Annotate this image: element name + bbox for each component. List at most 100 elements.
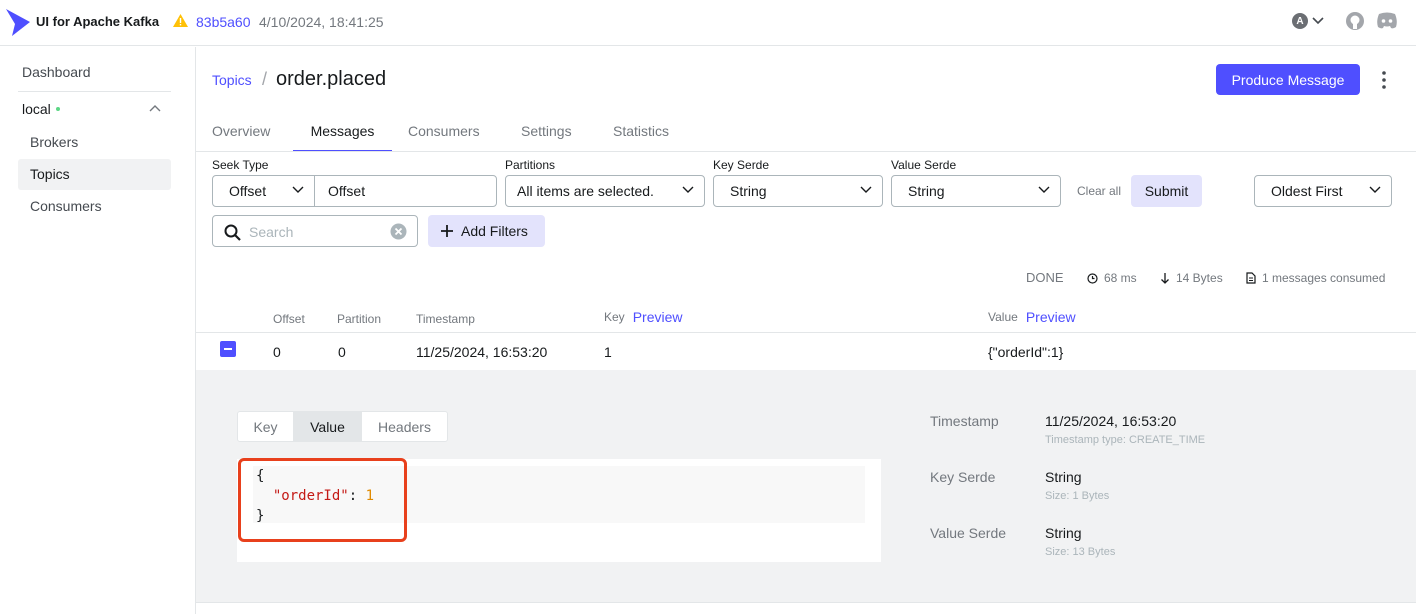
- tab-overview[interactable]: Overview: [212, 112, 270, 151]
- clear-search-icon[interactable]: [390, 223, 407, 240]
- key-preview-link[interactable]: Preview: [633, 309, 683, 325]
- row-timestamp: 11/25/2024, 16:53:20: [416, 344, 548, 360]
- row-key: 1: [604, 344, 612, 360]
- stat-consumed: 1 messages consumed: [1246, 271, 1385, 285]
- chevron-down-icon: [1038, 186, 1050, 193]
- divider: [18, 91, 171, 92]
- meta-key-serde-value: String: [1045, 469, 1082, 485]
- chevron-down-icon: [860, 186, 872, 193]
- time-value: 68 ms: [1104, 271, 1137, 285]
- detail-tab-group: Key Value Headers: [237, 411, 448, 442]
- tab-consumers[interactable]: Consumers: [408, 112, 480, 151]
- meta-timestamp-type: Timestamp type: CREATE_TIME: [1045, 434, 1206, 446]
- column-header-offset: Offset: [273, 312, 305, 326]
- app-title[interactable]: UI for Apache Kafka: [36, 14, 159, 29]
- annotation-highlight-box: [238, 458, 407, 542]
- column-header-partition: Partition: [337, 312, 382, 326]
- value-header-label: Value: [988, 310, 1018, 324]
- status-text: DONE: [1026, 270, 1064, 285]
- key-header-label: Key: [604, 310, 625, 324]
- stat-time: 68 ms: [1087, 271, 1137, 285]
- breadcrumb-topics[interactable]: Topics: [212, 72, 252, 88]
- github-icon[interactable]: [1345, 11, 1365, 31]
- sidebar-item-brokers[interactable]: Brokers: [18, 127, 171, 158]
- meta-value-serde-value: String: [1045, 525, 1082, 541]
- sidebar-cluster-local[interactable]: local: [22, 101, 60, 117]
- value-serde-label: Value Serde: [891, 158, 957, 172]
- column-header-timestamp: Timestamp: [416, 312, 475, 326]
- value-serde-select[interactable]: String: [891, 175, 1061, 207]
- plus-icon: [441, 225, 453, 237]
- warning-icon: [173, 14, 188, 27]
- sidebar-item-dashboard[interactable]: Dashboard: [22, 64, 91, 80]
- row-value: {"orderId":1}: [988, 344, 1064, 360]
- seek-type-select[interactable]: Offset: [212, 175, 315, 207]
- partitions-label: Partitions: [505, 158, 556, 172]
- partitions-value: All items are selected.: [517, 183, 654, 199]
- meta-timestamp-value: 11/25/2024, 16:53:20: [1045, 413, 1177, 429]
- chevron-down-icon: [1369, 186, 1381, 193]
- seek-type-label: Seek Type: [212, 158, 269, 172]
- table-header-divider: [196, 332, 1416, 333]
- key-serde-label: Key Serde: [713, 158, 770, 172]
- discord-icon[interactable]: [1376, 12, 1398, 29]
- partitions-select[interactable]: All items are selected.: [505, 175, 705, 207]
- detail-tab-value[interactable]: Value: [293, 411, 362, 442]
- chevron-down-icon: [292, 186, 304, 193]
- consumed-value: 1 messages consumed: [1262, 271, 1386, 285]
- value-serde-value: String: [908, 183, 945, 199]
- arrow-down-icon: [1161, 272, 1169, 284]
- tab-settings[interactable]: Settings: [521, 112, 572, 151]
- column-header-key: Key Preview: [604, 309, 682, 325]
- kafka-logo-icon[interactable]: [6, 9, 30, 36]
- cluster-name: local: [22, 101, 51, 117]
- seek-type-value: Offset: [229, 183, 267, 199]
- sidebar-item-consumers[interactable]: Consumers: [18, 191, 171, 222]
- detail-tab-key[interactable]: Key: [237, 411, 294, 442]
- key-serde-value: String: [730, 183, 767, 199]
- meta-value-size: Size: 13 Bytes: [1045, 546, 1116, 558]
- search-placeholder: Search: [249, 224, 294, 240]
- add-filters-label: Add Filters: [461, 223, 528, 239]
- clear-all-button[interactable]: Clear all: [1077, 184, 1121, 198]
- version-date: 4/10/2024, 18:41:25: [259, 14, 384, 30]
- add-filters-button[interactable]: Add Filters: [428, 215, 545, 247]
- search-input[interactable]: Search: [212, 215, 418, 247]
- meta-key-size: Size: 1 Bytes: [1045, 490, 1110, 502]
- chevron-down-icon: [682, 186, 694, 193]
- submit-button[interactable]: Submit: [1131, 175, 1202, 207]
- sidebar-item-topics[interactable]: Topics: [18, 159, 171, 190]
- sidebar: Dashboard local Brokers Topics Consumers: [0, 47, 196, 614]
- search-icon: [224, 224, 241, 241]
- tabs-divider: [196, 151, 1416, 152]
- row-offset: 0: [273, 344, 281, 360]
- user-avatar: A: [1292, 13, 1308, 29]
- clock-icon: [1087, 272, 1098, 284]
- collapse-row-icon[interactable]: [220, 341, 236, 357]
- row-partition: 0: [338, 344, 346, 360]
- offset-input[interactable]: Offset: [314, 175, 497, 207]
- status-dot: [55, 107, 60, 111]
- meta-value-serde-label: Value Serde: [930, 525, 1007, 541]
- page-title: order.placed: [276, 68, 387, 90]
- table-bottom-divider: [196, 602, 1416, 603]
- tab-messages[interactable]: Messages: [293, 112, 392, 151]
- bytes-value: 14 Bytes: [1176, 271, 1223, 285]
- key-serde-select[interactable]: String: [713, 175, 883, 207]
- document-icon: [1246, 272, 1256, 284]
- user-menu[interactable]: A: [1292, 13, 1324, 29]
- sort-order-select[interactable]: Oldest First: [1254, 175, 1392, 207]
- column-header-value: Value Preview: [988, 309, 1076, 325]
- meta-timestamp-label: Timestamp: [930, 413, 999, 429]
- version-hash-link[interactable]: 83b5a60: [196, 14, 251, 30]
- value-preview-link[interactable]: Preview: [1026, 309, 1076, 325]
- tab-statistics[interactable]: Statistics: [613, 112, 669, 151]
- breadcrumb-separator: /: [262, 69, 268, 89]
- chevron-up-icon[interactable]: [149, 104, 161, 112]
- stat-bytes: 14 Bytes: [1160, 271, 1223, 285]
- chevron-down-icon: [1312, 17, 1324, 25]
- detail-tab-headers[interactable]: Headers: [361, 411, 448, 442]
- more-options-icon[interactable]: [1380, 70, 1388, 90]
- produce-message-button[interactable]: Produce Message: [1216, 64, 1360, 95]
- top-bar: UI for Apache Kafka 83b5a60 4/10/2024, 1…: [0, 0, 1416, 46]
